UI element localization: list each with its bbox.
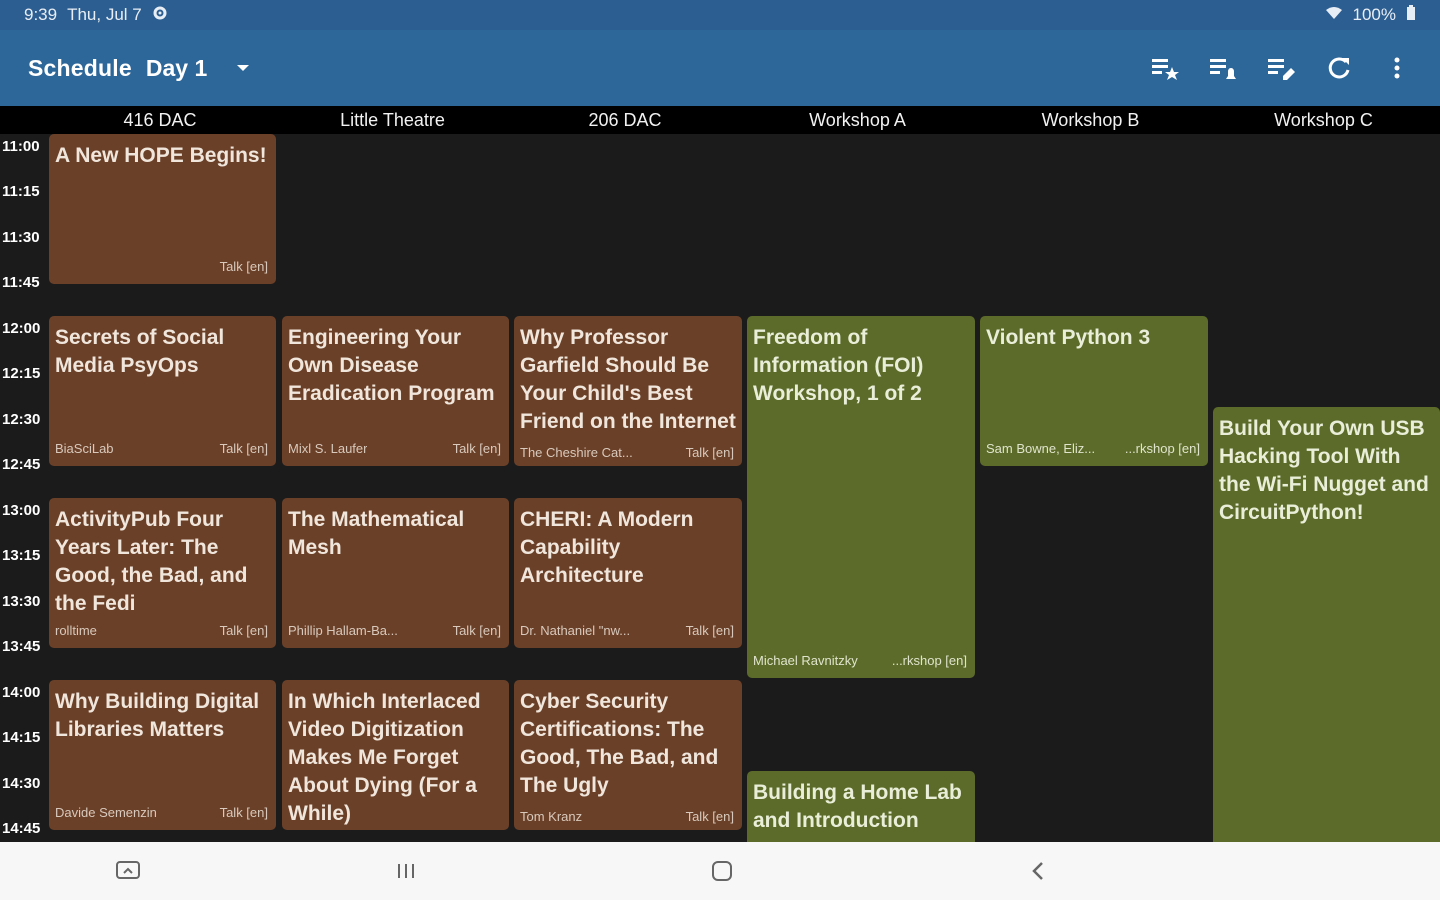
- event-speaker: Dr. Nathaniel "nw...: [520, 623, 631, 638]
- status-date: Thu, Jul 7: [67, 5, 142, 24]
- event-type: Talk [en]: [219, 441, 268, 456]
- event-speaker: Phillip Hallam-Ba...: [288, 623, 398, 638]
- time-label: 13:30: [2, 593, 41, 610]
- event-speaker: Sam Bowne, Eliz...: [986, 441, 1096, 456]
- room-header: 416 DAC: [123, 110, 197, 130]
- home-icon[interactable]: [707, 856, 737, 886]
- time-label: 14:15: [2, 729, 41, 746]
- event-card[interactable]: Why Professor Garfield Should Be Your Ch…: [514, 316, 742, 466]
- event-type: Talk [en]: [685, 809, 734, 824]
- room-header-row: 416 DAC Little Theatre 206 DAC Workshop …: [0, 106, 1440, 134]
- time-label: 12:30: [2, 411, 41, 428]
- wifi-icon: [1325, 5, 1343, 25]
- event-title: Secrets of Social Media PsyOps: [55, 326, 225, 377]
- time-label: 14:30: [2, 775, 41, 792]
- time-label: 12:15: [2, 365, 41, 382]
- event-card[interactable]: In Which Interlaced Video Digitization M…: [282, 680, 509, 830]
- event-speaker: Davide Semenzin: [55, 805, 157, 820]
- event-title: ActivityPub Four Years Later: The Good, …: [55, 508, 248, 615]
- event-card[interactable]: Building a Home Lab and Introduction: [747, 771, 975, 842]
- room-header: Workshop C: [1274, 110, 1373, 130]
- event-type: Talk [en]: [219, 259, 268, 274]
- app-bar: Schedule Day 1: [0, 30, 1440, 106]
- event-card[interactable]: CHERI: A Modern Capability Architecture …: [514, 498, 742, 648]
- more-vert-icon[interactable]: [1368, 39, 1426, 97]
- time-label: 11:15: [2, 183, 40, 200]
- event-card[interactable]: ActivityPub Four Years Later: The Good, …: [49, 498, 276, 648]
- event-title: The Mathematical Mesh: [288, 508, 465, 559]
- event-card[interactable]: Cyber Security Certifications: The Good,…: [514, 680, 742, 830]
- battery-level: 100%: [1352, 5, 1396, 24]
- recent-apps-icon[interactable]: [391, 856, 421, 886]
- event-type: Talk [en]: [685, 623, 734, 638]
- back-icon[interactable]: [1023, 856, 1053, 886]
- event-speaker: Tom Kranz: [520, 809, 583, 824]
- event-speaker: Michael Ravnitzky: [753, 653, 858, 668]
- time-label: 14:00: [2, 684, 41, 701]
- room-header: Workshop A: [809, 110, 906, 130]
- room-header: Workshop B: [1041, 110, 1140, 130]
- settings-gear-icon: [152, 5, 168, 26]
- edit-list-icon[interactable]: [1252, 39, 1310, 97]
- event-type: Talk [en]: [219, 805, 268, 820]
- event-title: Why Professor Garfield Should Be Your Ch…: [520, 326, 736, 433]
- event-type: Talk [en]: [452, 623, 501, 638]
- event-title: Engineering Your Own Disease Eradication…: [288, 326, 495, 405]
- event-title: Freedom of Information (FOI) Workshop, 1…: [753, 326, 924, 405]
- system-nav-bar: [0, 842, 1440, 900]
- event-card[interactable]: A New HOPE Begins! Talk [en]: [49, 134, 276, 284]
- schedule-grid[interactable]: 11:00 11:15 11:30 11:45 12:00 12:15 12:3…: [0, 134, 1440, 842]
- time-label: 11:00: [2, 138, 40, 155]
- event-speaker: The Cheshire Cat...: [520, 445, 633, 460]
- event-type: Talk [en]: [219, 623, 268, 638]
- time-label: 11:30: [2, 229, 40, 246]
- event-card[interactable]: Violent Python 3 Sam Bowne, Eliz... ...r…: [980, 316, 1208, 466]
- event-title: Violent Python 3: [986, 326, 1151, 349]
- refresh-icon[interactable]: [1310, 39, 1368, 97]
- event-title: Cyber Security Certifications: The Good,…: [520, 690, 719, 797]
- time-label: 12:45: [2, 456, 41, 473]
- event-speaker: rolltime: [55, 623, 97, 638]
- event-card[interactable]: The Mathematical Mesh Phillip Hallam-Ba.…: [282, 498, 509, 648]
- event-title: Build Your Own USB Hacking Tool With the…: [1219, 417, 1429, 524]
- status-time: 9:39: [24, 5, 58, 24]
- time-label: 13:45: [2, 638, 41, 655]
- time-label: 14:45: [2, 820, 41, 837]
- time-label: 12:00: [2, 320, 41, 337]
- time-label: 13:15: [2, 547, 41, 564]
- event-type: ...rkshop [en]: [1124, 441, 1200, 456]
- event-title: In Which Interlaced Video Digitization M…: [288, 690, 481, 825]
- page-title: Schedule: [28, 54, 132, 81]
- event-type: Talk [en]: [685, 445, 734, 460]
- time-label: 11:45: [2, 274, 40, 291]
- event-speaker: Mixl S. Laufer: [288, 441, 368, 456]
- starred-list-icon[interactable]: [1136, 39, 1194, 97]
- event-title: Why Building Digital Libraries Matters: [55, 690, 260, 741]
- room-header: Little Theatre: [340, 110, 445, 130]
- dropdown-arrow-icon[interactable]: [237, 65, 250, 71]
- room-header: 206 DAC: [588, 110, 662, 130]
- event-title: A New HOPE Begins!: [55, 144, 267, 167]
- day-selector-label[interactable]: Day 1: [146, 55, 207, 82]
- event-speaker: BiaSciLab: [55, 441, 114, 456]
- event-card[interactable]: Freedom of Information (FOI) Workshop, 1…: [747, 316, 975, 678]
- time-label: 13:00: [2, 502, 41, 519]
- alarm-list-icon[interactable]: [1194, 39, 1252, 97]
- toolbar-actions: [1136, 30, 1426, 106]
- event-card[interactable]: Why Building Digital Libraries Matters D…: [49, 680, 276, 830]
- keyboard-icon[interactable]: [113, 856, 143, 886]
- battery-icon: [1406, 4, 1416, 26]
- event-title: Building a Home Lab and Introduction: [753, 781, 962, 832]
- event-title: CHERI: A Modern Capability Architecture: [520, 508, 694, 587]
- event-card[interactable]: Secrets of Social Media PsyOps BiaSciLab…: [49, 316, 276, 466]
- event-type: Talk [en]: [452, 441, 501, 456]
- event-type: ...rkshop [en]: [891, 653, 967, 668]
- status-bar: 9:39 Thu, Jul 7 100%: [0, 0, 1440, 30]
- event-card[interactable]: Build Your Own USB Hacking Tool With the…: [1213, 407, 1440, 842]
- event-card[interactable]: Engineering Your Own Disease Eradication…: [282, 316, 509, 466]
